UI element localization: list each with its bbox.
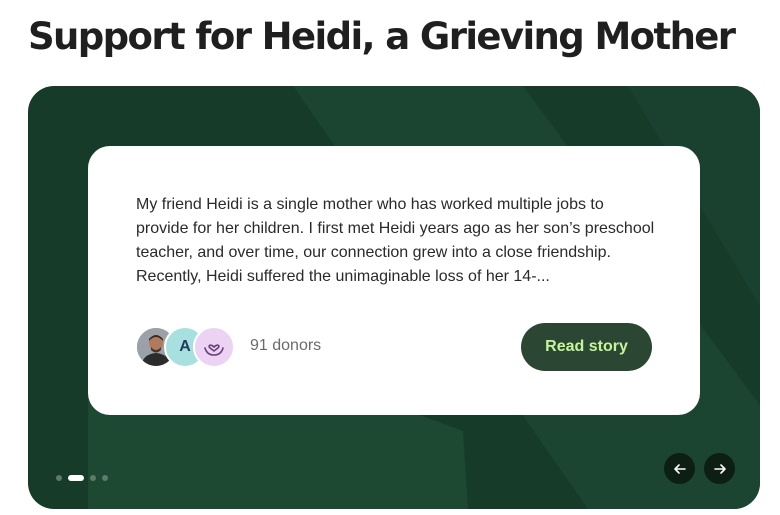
donor-avatars: A <box>135 326 239 368</box>
pagination-dot-active[interactable] <box>68 475 84 481</box>
read-story-button[interactable]: Read story <box>521 323 652 371</box>
avatar-letter: A <box>179 338 191 355</box>
donor-count: 91 donors <box>250 337 322 354</box>
arrow-left-icon <box>673 463 686 474</box>
story-carousel: My friend Heidi is a single mother who h… <box>28 86 760 509</box>
pagination-dot[interactable] <box>56 475 62 481</box>
carousel-prev-button[interactable] <box>664 453 695 484</box>
carousel-pagination <box>56 475 108 481</box>
heart-hands-icon <box>204 344 224 356</box>
story-card: My friend Heidi is a single mother who h… <box>88 146 700 415</box>
pagination-dot[interactable] <box>102 475 108 481</box>
pagination-dot[interactable] <box>90 475 96 481</box>
story-excerpt: My friend Heidi is a single mother who h… <box>136 196 655 285</box>
carousel-next-button[interactable] <box>704 453 735 484</box>
page-title: Support for Heidi, a Grieving Mother <box>28 15 736 58</box>
arrow-right-icon <box>713 463 726 474</box>
donor-avatar-icon <box>193 326 235 368</box>
